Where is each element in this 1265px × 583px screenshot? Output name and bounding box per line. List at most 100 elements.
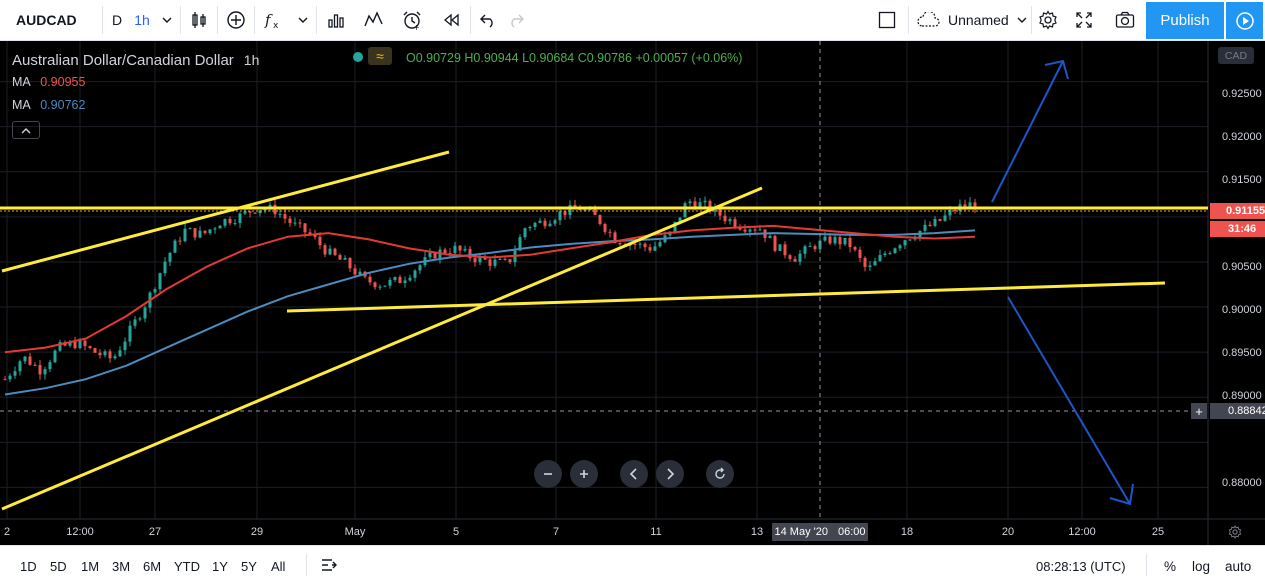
candle-body [843, 237, 847, 245]
range-1m-button[interactable]: 1M [81, 559, 99, 574]
candle-body [153, 289, 157, 293]
ohlc-values: O0.90729 H0.90944 L0.90684 C0.90786 +0.0… [406, 51, 742, 65]
time-label: 18 [900, 526, 914, 538]
range-6m-button[interactable]: 6M [143, 559, 161, 574]
candle-body [18, 361, 22, 372]
legend-collapse-button[interactable] [12, 121, 40, 139]
financials-button[interactable] [320, 4, 352, 36]
interval-dropdown-button[interactable] [156, 4, 178, 36]
compare-button[interactable] [221, 4, 251, 36]
candle-body [53, 350, 57, 363]
range-5d-button[interactable]: 5D [50, 559, 67, 574]
screenshot-button[interactable] [1110, 4, 1140, 36]
fullscreen-button[interactable] [1069, 4, 1099, 36]
candle-body [553, 220, 557, 224]
candle-body [323, 245, 327, 255]
up-arrow-line [991, 60, 1064, 203]
candle-body [278, 214, 282, 216]
candle-body [523, 228, 527, 238]
settings-button[interactable] [1033, 4, 1063, 36]
range-all-button[interactable]: All [271, 559, 285, 574]
chart-type-button[interactable] [184, 4, 214, 36]
percent-scale-button[interactable]: % [1164, 559, 1176, 574]
ma1-legend[interactable]: MA 0.90955 [12, 75, 85, 89]
svg-text:x: x [273, 21, 279, 30]
symbol-search-button[interactable]: AUDCAD [8, 4, 100, 36]
candle-body [543, 220, 547, 227]
candle-body [398, 276, 402, 284]
candle-body [643, 243, 647, 248]
candle-body [793, 258, 797, 262]
range-3m-button[interactable]: 3M [112, 559, 130, 574]
publish-button[interactable]: Publish [1146, 2, 1224, 39]
select-checkbox-button[interactable] [872, 4, 902, 36]
interval-day-button[interactable]: D [106, 4, 128, 36]
chevron-down-icon [162, 17, 172, 23]
candle-body [103, 351, 107, 356]
range-ytd-button[interactable]: YTD [174, 559, 200, 574]
chart-area[interactable]: Australian Dollar/Canadian Dollar 1h ≈ O… [0, 41, 1265, 545]
plus-icon [580, 470, 588, 478]
legend-interval: 1h [243, 52, 260, 68]
play-button[interactable] [1226, 2, 1263, 39]
alert-button[interactable]: + [396, 4, 428, 36]
toolbar-divider [180, 6, 181, 34]
candle-body [243, 211, 247, 214]
ma2-legend[interactable]: MA 0.90762 [12, 98, 85, 112]
candle-body [303, 223, 307, 233]
zoom-in-button[interactable] [570, 460, 598, 488]
candle-body [88, 346, 92, 349]
replay-button[interactable] [436, 4, 468, 36]
candle-body [23, 356, 27, 362]
candle-body [443, 249, 447, 254]
candle-body [503, 259, 507, 261]
candle-body [38, 365, 42, 375]
axis-settings-button[interactable] [1228, 525, 1242, 542]
candle-body [548, 223, 552, 227]
interval-1h-button[interactable]: 1h [128, 4, 156, 36]
time-label: 7 [552, 526, 560, 538]
candle-body [388, 279, 392, 286]
candle-body [93, 348, 97, 353]
candle-body [688, 201, 692, 204]
candles-icon [192, 12, 206, 28]
candle-body [328, 248, 332, 255]
log-scale-button[interactable]: log [1192, 559, 1210, 574]
candle-body [938, 218, 942, 221]
indicators-button[interactable]: fx [258, 4, 290, 36]
trend-line-drawings[interactable] [0, 59, 1208, 511]
candle-body [648, 247, 652, 251]
undo-button[interactable] [474, 4, 502, 36]
candle-body [743, 229, 747, 232]
add-alert-plus-button[interactable]: + [1191, 403, 1207, 419]
toolbar-divider [102, 6, 103, 34]
reset-chart-button[interactable] [706, 460, 734, 488]
top-toolbar: AUDCAD D 1h fx + Unnamed Publish [0, 0, 1265, 41]
indicators-dropdown-button[interactable] [292, 4, 314, 36]
range-1y-button[interactable]: 1Y [212, 559, 228, 574]
scroll-right-button[interactable] [656, 460, 684, 488]
candle-body [908, 239, 912, 241]
goto-date-button[interactable] [320, 556, 338, 577]
templates-button[interactable] [358, 4, 390, 36]
crosshair-time: 06:00 [837, 526, 866, 538]
range-5y-button[interactable]: 5Y [241, 559, 257, 574]
candle-body [33, 364, 37, 366]
utc-clock[interactable]: 08:28:13 (UTC) [1036, 559, 1126, 574]
candle-body [498, 259, 502, 261]
auto-scale-button[interactable]: auto [1225, 559, 1251, 574]
candle-body [263, 209, 267, 211]
candles [3, 196, 977, 383]
range-1d-button[interactable]: 1D [20, 559, 37, 574]
layout-name-button[interactable]: Unnamed [912, 4, 1030, 36]
redo-button[interactable] [502, 4, 530, 36]
candle-body [198, 230, 202, 238]
scroll-left-button[interactable] [620, 460, 648, 488]
candle-body [838, 237, 842, 245]
candle-body [3, 379, 7, 381]
candle-body [178, 240, 182, 242]
toolbar-divider [1031, 6, 1032, 34]
currency-tag[interactable]: CAD [1218, 47, 1254, 64]
zoom-out-button[interactable] [534, 460, 562, 488]
candle-body [888, 253, 892, 255]
